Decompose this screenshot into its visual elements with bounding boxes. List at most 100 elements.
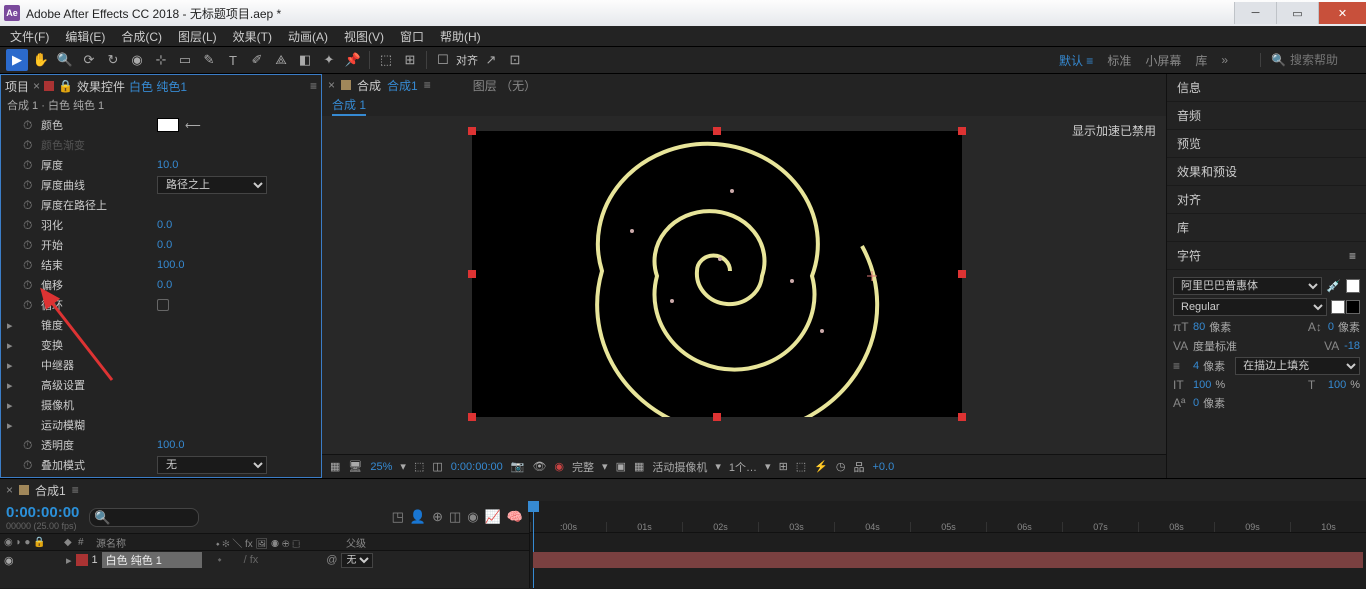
stopwatch-icon[interactable]: ⏱ <box>23 118 35 133</box>
workspace-default[interactable]: 默认 ≡ <box>1059 52 1093 69</box>
fill-color-swatch[interactable] <box>1346 279 1360 293</box>
panel-effects-presets[interactable]: 效果和预设 <box>1167 158 1366 186</box>
property-row[interactable]: ⏱结束100.0 <box>1 255 321 275</box>
stopwatch-icon[interactable]: ⏱ <box>23 218 35 233</box>
transp-grid-icon[interactable]: ▦ <box>634 460 644 473</box>
timecode-display[interactable]: 0:00:00:00 <box>6 504 79 521</box>
transform-handle[interactable] <box>468 127 476 135</box>
timeline-tab[interactable]: 合成1 <box>35 482 66 499</box>
vscale-value[interactable]: 100 <box>1193 379 1211 391</box>
stopwatch-icon[interactable]: ⏱ <box>23 438 35 453</box>
zoom-tool-icon[interactable]: 🔍 <box>54 49 76 71</box>
comp-tab-name[interactable]: 合成1 <box>387 77 418 94</box>
eyedropper-icon[interactable]: ⟵ <box>185 119 201 132</box>
playhead[interactable] <box>533 501 534 588</box>
help-search-input[interactable] <box>1290 53 1360 67</box>
flowchart-icon[interactable]: 品 <box>854 459 865 475</box>
property-row[interactable]: ▸运动模糊 <box>1 415 321 435</box>
stopwatch-icon[interactable]: ⏱ <box>23 278 35 293</box>
show-snapshot-icon[interactable]: 👁 <box>532 460 546 473</box>
monitor-icon[interactable]: 🖥 <box>348 460 362 473</box>
camera-select[interactable]: 活动摄像机 <box>652 459 707 475</box>
layer-panel-label[interactable]: 图层 （无） <box>473 77 536 94</box>
workspace-more-icon[interactable]: » <box>1221 53 1228 67</box>
property-value[interactable]: 100.0 <box>157 439 185 451</box>
roi-icon[interactable]: ▣ <box>616 460 626 473</box>
property-row[interactable]: ▸摄像机 <box>1 395 321 415</box>
local-axis-icon[interactable]: ⬚ <box>375 49 397 71</box>
property-row[interactable]: ⏱循环 <box>1 295 321 315</box>
transform-handle[interactable] <box>468 270 476 278</box>
snapshot-icon[interactable]: 📷 <box>511 460 525 473</box>
tab-close-icon[interactable]: × <box>6 483 13 497</box>
brush-tool-icon[interactable]: ✐ <box>246 49 268 71</box>
visibility-toggle-icon[interactable]: ◉ <box>4 554 18 567</box>
stopwatch-icon[interactable]: ⏱ <box>23 258 35 273</box>
channel-icon[interactable]: ◉ <box>554 460 564 473</box>
menu-file[interactable]: 文件(F) <box>6 26 53 47</box>
roto-tool-icon[interactable]: ✦ <box>318 49 340 71</box>
lock-icon[interactable]: 🔒 <box>58 79 73 93</box>
kerning-value[interactable]: 度量标准 <box>1193 338 1237 354</box>
menu-comp[interactable]: 合成(C) <box>117 26 166 47</box>
menu-effect[interactable]: 效果(T) <box>229 26 276 47</box>
fast-preview-icon[interactable]: ⚡ <box>814 460 828 473</box>
leading-value[interactable]: 0 <box>1328 321 1334 333</box>
timeline-layer-row[interactable]: ◉ ▸ 1 白色 纯色 1 ⬩ / fx @ 无 <box>0 551 529 569</box>
panel-menu-icon[interactable]: ≡ <box>1349 249 1356 263</box>
snap-opt1-icon[interactable]: ↗ <box>480 49 502 71</box>
stopwatch-icon[interactable]: ⏱ <box>23 158 35 173</box>
orbit-tool-icon[interactable]: ⟳ <box>78 49 100 71</box>
stroke-color-swatch[interactable] <box>1346 300 1360 314</box>
property-row[interactable]: ⏱厚度10.0 <box>1 155 321 175</box>
pickwhip-icon[interactable]: @ <box>326 554 337 566</box>
property-row[interactable]: ⏱开始0.0 <box>1 235 321 255</box>
property-row[interactable]: ⏱透明度100.0 <box>1 435 321 455</box>
stopwatch-icon[interactable]: ⏱ <box>23 178 35 193</box>
menu-edit[interactable]: 编辑(E) <box>61 26 109 47</box>
property-value[interactable]: 0.0 <box>157 279 172 291</box>
panel-align[interactable]: 对齐 <box>1167 186 1366 214</box>
menu-layer[interactable]: 图层(L) <box>174 26 221 47</box>
zoom-level[interactable]: 25% <box>370 461 392 473</box>
rotate-tool-icon[interactable]: ↻ <box>102 49 124 71</box>
property-value[interactable]: 0.0 <box>157 219 172 231</box>
transform-handle[interactable] <box>713 127 721 135</box>
tab-close-icon[interactable]: × <box>33 79 40 93</box>
workspace-library[interactable]: 库 <box>1195 52 1207 69</box>
px-aspect-icon[interactable]: ⬚ <box>796 460 806 473</box>
expand-icon[interactable]: ▸ <box>7 339 17 352</box>
timeline-search-input[interactable] <box>89 508 199 527</box>
panel-preview[interactable]: 预览 <box>1167 130 1366 158</box>
fill-stroke-order[interactable]: 在描边上填充 <box>1235 357 1360 375</box>
property-row[interactable]: ⏱羽化0.0 <box>1 215 321 235</box>
font-weight-select[interactable]: Regular <box>1173 298 1327 316</box>
time-ruler[interactable]: :00s01s02s03s04s05s06s07s08s09s10s <box>530 501 1366 533</box>
snap-toggle-icon[interactable]: ☐ <box>432 49 454 71</box>
shape-tool-icon[interactable]: ▭ <box>174 49 196 71</box>
view-opt-icon[interactable]: ⊞ <box>779 460 788 473</box>
stopwatch-icon[interactable]: ⏱ <box>23 138 35 153</box>
close-button[interactable]: ✕ <box>1318 2 1366 24</box>
transform-handle[interactable] <box>468 413 476 421</box>
menu-anim[interactable]: 动画(A) <box>284 26 332 47</box>
camera-tool-icon[interactable]: ◉ <box>126 49 148 71</box>
workspace-standard[interactable]: 标准 <box>1107 52 1131 69</box>
transform-handle[interactable] <box>713 413 721 421</box>
expand-icon[interactable]: ▸ <box>7 319 17 332</box>
tab-project[interactable]: 项目 <box>5 78 29 95</box>
tracking-value[interactable]: -18 <box>1344 340 1360 352</box>
minimize-button[interactable]: ─ <box>1234 2 1276 24</box>
comp-canvas[interactable] <box>472 131 962 417</box>
font-size-value[interactable]: 80 <box>1193 321 1205 333</box>
motion-blur-icon[interactable]: ◉ <box>467 509 478 525</box>
views-select[interactable]: 1个… <box>729 459 757 475</box>
stroke-width-value[interactable]: 4 <box>1193 360 1199 372</box>
property-value[interactable]: 100.0 <box>157 259 185 271</box>
brain-icon[interactable]: 🧠 <box>507 509 523 525</box>
eraser-tool-icon[interactable]: ◧ <box>294 49 316 71</box>
property-row[interactable]: ⏱厚度曲线路径之上 <box>1 175 321 195</box>
pen-tool-icon[interactable]: ✎ <box>198 49 220 71</box>
property-row[interactable]: ▸高级设置 <box>1 375 321 395</box>
layer-name[interactable]: 白色 纯色 1 <box>102 552 202 568</box>
